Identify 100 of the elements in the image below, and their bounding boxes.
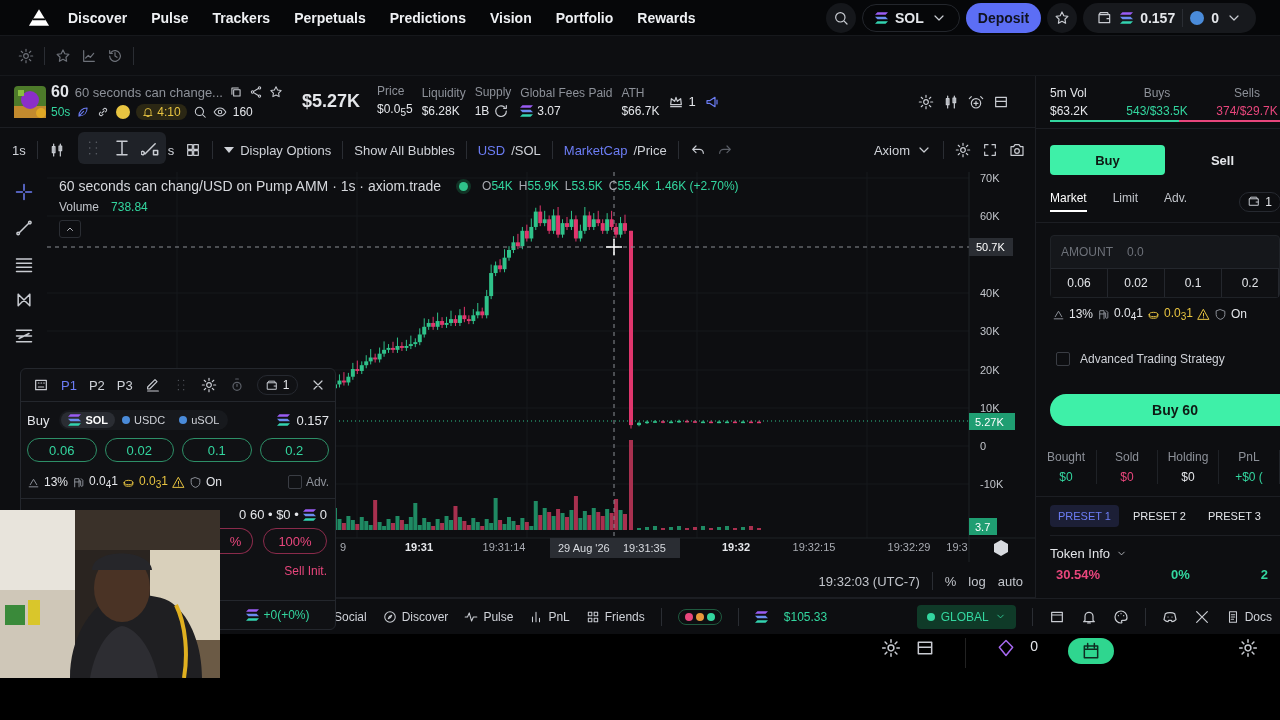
order-type-tab[interactable]: Adv. — [1164, 191, 1188, 212]
axis-label: 70K — [980, 172, 1000, 184]
deposit-button[interactable]: Deposit — [965, 2, 1042, 33]
price-change: 1.46K (+2.70%) — [654, 179, 739, 193]
stat-value: $66.7K — [621, 103, 660, 118]
pnl-value: +0(+0%) — [263, 608, 310, 622]
buy-button[interactable]: Buy 60 — [1050, 394, 1280, 427]
axis-label: -10K — [980, 478, 1004, 490]
field-label: AMOUNT — [1061, 245, 1113, 259]
nav-link[interactable]: Predictions — [389, 9, 466, 26]
footer-link[interactable]: Social — [334, 609, 367, 624]
order-type-tab[interactable]: Market — [1050, 191, 1087, 212]
buys-value: 543/$33.5K — [1126, 104, 1188, 118]
ohlc-value: L53.5K — [564, 179, 603, 193]
stat-value: $0 — [1059, 470, 1073, 485]
points-count: 0 — [1211, 9, 1219, 26]
side-tab[interactable]: Sell — [1165, 145, 1280, 175]
stat-value: $0.0$_{5}$5 — [377, 102, 413, 119]
nav-link[interactable]: Discover — [68, 9, 128, 26]
crosshair-price: 50.7K — [976, 241, 1005, 253]
stat-label: Supply — [474, 84, 512, 99]
axis-label: 19:31:14 — [482, 541, 526, 553]
position-summary: 0 60 • $0 • — [239, 507, 299, 523]
token-info-toggle[interactable]: Token Info — [1050, 536, 1280, 568]
axis-label: 10K — [980, 402, 1000, 414]
token-option[interactable]: uSOL — [172, 412, 227, 428]
stat-label: Global Fees Paid — [520, 85, 613, 100]
wallet-button[interactable]: 0.157 0 — [1083, 2, 1256, 33]
preset-tab[interactable]: PRESET 3 — [1200, 505, 1269, 528]
axis-label: 9 — [339, 541, 347, 553]
stat-label: Bought — [1046, 450, 1085, 465]
axis-label: 40K — [980, 287, 1000, 299]
footer-link[interactable]: PnL — [529, 609, 570, 624]
mode-toggle[interactable]: MarketCap /Price — [563, 142, 667, 158]
display-options-button[interactable]: Display Options — [224, 142, 332, 158]
token-option[interactable]: SOL — [61, 412, 116, 428]
nav-link[interactable]: Perpetuals — [294, 9, 366, 26]
nav-link[interactable]: Portfolio — [555, 9, 614, 26]
wallet-balance: 0.157 — [1140, 9, 1176, 26]
preset-tab[interactable]: PRESET 2 — [1125, 505, 1194, 528]
nav-link[interactable]: Vision — [489, 9, 532, 26]
amount-button[interactable]: 0.06 — [1051, 269, 1108, 297]
bribe-fee: 0.0$_{3}$1 — [138, 474, 168, 491]
token-option[interactable]: USDC — [115, 412, 173, 428]
preset-tab[interactable]: PRESET 1 — [1050, 505, 1119, 528]
top-holders-count: 1 — [688, 94, 696, 109]
stat-label: Price — [377, 84, 406, 99]
region-select[interactable]: GLOBAL — [916, 604, 1016, 629]
axis-label: 19:32 — [721, 541, 751, 553]
crosshair-time: 19:31:35 — [623, 542, 666, 554]
mev-status: On — [205, 475, 222, 490]
ohlc-value: O54K — [482, 179, 513, 193]
sol-price: $105.33 — [783, 609, 828, 624]
side-label: Buy — [27, 412, 50, 428]
stat-label: Sells — [1234, 86, 1260, 100]
token-age: 50s — [51, 105, 71, 119]
amount-button[interactable]: 0.02 — [1108, 269, 1165, 297]
interval-button[interactable]: 1s — [12, 142, 26, 158]
slippage-value: 13% — [44, 475, 69, 490]
preset-tab[interactable]: P3 — [116, 377, 133, 393]
stat-label: 5m Vol — [1050, 86, 1088, 100]
order-type-tab[interactable]: Limit — [1112, 191, 1139, 212]
stat-value: 3.07 — [537, 103, 561, 118]
watchers-count: 160 — [232, 105, 253, 119]
amount-field[interactable]: 0.0 — [1125, 244, 1229, 260]
footer-link[interactable]: Friends — [585, 609, 645, 624]
stat-label: PnL — [1238, 450, 1260, 465]
preset-tab[interactable]: P1 — [61, 377, 77, 393]
stat-label: Holding — [1167, 450, 1209, 465]
nav-link[interactable]: Trackers — [212, 9, 271, 26]
scale-button[interactable]: % — [944, 573, 957, 589]
side-tab[interactable]: Buy — [1050, 145, 1165, 175]
theme-select[interactable]: Axiom — [873, 142, 932, 158]
amount-button[interactable]: 0.2 — [1222, 269, 1279, 297]
volume-label: Volume — [59, 200, 100, 214]
scale-button[interactable]: auto — [997, 573, 1023, 589]
token-name: 60 seconds can change... — [74, 84, 223, 100]
slippage-value: 13% — [1069, 307, 1094, 322]
amount-button[interactable]: 0.1 — [1165, 269, 1222, 297]
footer-link[interactable]: Discover — [382, 609, 449, 624]
position-sol: 0 — [319, 507, 327, 523]
sell-init-link[interactable]: Sell Init. — [284, 564, 327, 579]
nav-link[interactable]: Pulse — [151, 9, 189, 26]
ohlc-value: C55.4K — [608, 179, 649, 193]
last-price: 5.27K — [975, 416, 1004, 428]
currency-toggle[interactable]: USD /SOL — [477, 142, 541, 158]
scale-button[interactable]: log — [968, 573, 986, 589]
preset-tab[interactable]: P2 — [88, 377, 105, 393]
stat-value: $0 — [1181, 470, 1195, 485]
stat-label: ATH — [621, 85, 646, 100]
axis-label: 19:3 — [946, 541, 968, 553]
nav-link[interactable]: Rewards — [637, 9, 696, 26]
mev-status: On — [1230, 307, 1247, 322]
chart-title: 60 seconds can chang/USD on Pump AMM · 1s · axiom.trade — [59, 178, 442, 194]
show-bubbles-button[interactable]: Show All Bubbles — [354, 142, 455, 158]
checkbox-label: Adv. — [305, 475, 329, 490]
footer-link[interactable]: Pulse — [464, 609, 514, 624]
docs-link[interactable]: Docs — [1225, 609, 1272, 624]
axis-label: 20K — [980, 364, 1000, 376]
timer-badge: 4:10 — [136, 104, 187, 120]
